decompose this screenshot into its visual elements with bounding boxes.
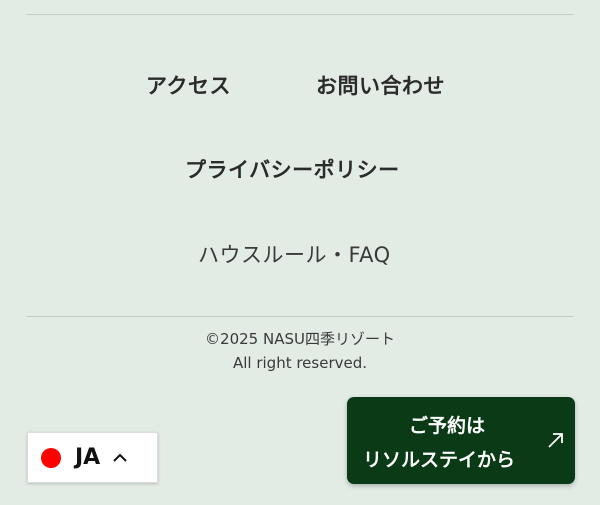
footer-link-access[interactable]: アクセス: [146, 70, 231, 100]
copyright-line-1: ©2025 NASU四季リゾート: [205, 330, 395, 348]
reservation-button[interactable]: ご予約は リソルステイから: [347, 397, 575, 484]
reservation-button-label-1: ご予約は: [408, 415, 485, 437]
reservation-button-label-2: リソルステイから: [362, 449, 515, 471]
footer-link-privacy-policy[interactable]: プライバシーポリシー: [185, 154, 400, 184]
copyright-line-2: All right reserved.: [232, 354, 368, 372]
japan-flag-icon: [41, 447, 61, 468]
arrow-up-right-icon: [548, 433, 563, 448]
top-divider: [26, 14, 574, 15]
language-code: JA: [75, 445, 101, 470]
copyright: ©2025 NASU四季リゾート All right reserved.: [0, 327, 600, 375]
footer-link-contact[interactable]: お問い合わせ: [316, 70, 445, 100]
bottom-divider: [26, 316, 574, 317]
chevron-up-icon: [113, 453, 127, 462]
language-switcher[interactable]: JA: [27, 432, 158, 483]
footer-link-house-rules-faq[interactable]: ハウスルール・FAQ: [198, 239, 391, 269]
